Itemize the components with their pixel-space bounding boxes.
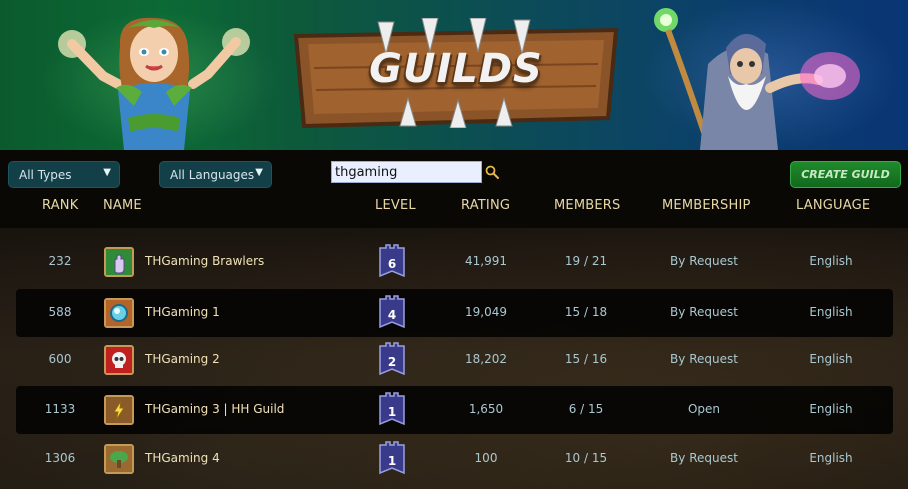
- guild-members: 6 / 15: [568, 402, 604, 416]
- column-header-level[interactable]: LEVEL: [375, 198, 416, 213]
- guild-rank: 588: [48, 305, 72, 319]
- column-header-members[interactable]: MEMBERS: [554, 198, 620, 213]
- guild-members: 15 / 16: [564, 352, 608, 366]
- guild-emblem: [104, 395, 134, 425]
- hand-icon: [106, 249, 132, 275]
- guild-members: 15 / 18: [564, 305, 608, 319]
- column-header-language[interactable]: LANGUAGE: [796, 198, 870, 213]
- orb-icon: [106, 300, 132, 326]
- guild-level: 1: [387, 405, 397, 419]
- guild-language: English: [809, 305, 853, 319]
- lightning-icon: [106, 397, 132, 423]
- guild-emblem: [104, 444, 134, 474]
- column-header-name[interactable]: NAME: [103, 198, 142, 213]
- guild-membership: By Request: [670, 305, 738, 319]
- guild-membership: By Request: [670, 352, 738, 366]
- types-filter-select[interactable]: All Types ▼: [8, 161, 120, 188]
- guild-level: 6: [387, 257, 397, 271]
- guild-row[interactable]: 1306 THGaming 4 1 100 10 / 15 By Request…: [16, 435, 893, 483]
- guild-name[interactable]: THGaming 2: [145, 352, 220, 366]
- guild-name[interactable]: THGaming 1: [145, 305, 220, 319]
- guild-rating: 41,991: [465, 254, 507, 268]
- guild-row[interactable]: 1133 THGaming 3 | HH Guild 1 1,650 6 / 1…: [16, 386, 893, 434]
- search-icon[interactable]: [485, 165, 499, 179]
- guild-row[interactable]: 588 THGaming 1 4 19,049 15 / 18 By Reque…: [16, 289, 893, 337]
- guild-language: English: [809, 451, 853, 465]
- guild-emblem: [104, 298, 134, 328]
- types-filter-value: All Types: [19, 168, 72, 182]
- guild-level: 2: [387, 355, 397, 369]
- guild-membership: By Request: [670, 451, 738, 465]
- guild-list-area: All Types ▼ All Languages ▼ CREATE GUILD…: [0, 150, 908, 489]
- guild-membership: By Request: [670, 254, 738, 268]
- guild-name[interactable]: THGaming 4: [145, 451, 220, 465]
- guild-rank: 1133: [44, 402, 76, 416]
- wizard-illustration: [654, 8, 860, 150]
- druid-heroine-illustration: [58, 17, 250, 150]
- guild-rating: 19,049: [465, 305, 507, 319]
- guild-language: English: [809, 254, 853, 268]
- guild-row[interactable]: 600 THGaming 2 2 18,202 15 / 16 By Reque…: [16, 336, 893, 384]
- guild-name[interactable]: THGaming Brawlers: [145, 254, 264, 268]
- column-header-rating[interactable]: RATING: [461, 198, 510, 213]
- guild-rating: 18,202: [465, 352, 507, 366]
- guild-row[interactable]: 232 THGaming Brawlers 6 41,991 19 / 21 B…: [16, 238, 893, 286]
- banner-title: GUILDS: [369, 46, 543, 92]
- guild-rank: 232: [48, 254, 72, 268]
- column-header-membership[interactable]: MEMBERSHIP: [662, 198, 751, 213]
- guild-members: 10 / 15: [564, 451, 608, 465]
- guild-rating: 100: [474, 451, 498, 465]
- chevron-down-icon: ▼: [255, 167, 263, 178]
- tree-icon: [106, 446, 132, 472]
- skull-icon: [106, 347, 132, 373]
- guild-level: 4: [387, 308, 397, 322]
- guild-search-input[interactable]: [331, 161, 482, 183]
- guild-language: English: [809, 352, 853, 366]
- guilds-banner: GUILDS: [0, 0, 908, 150]
- languages-filter-value: All Languages: [170, 168, 255, 182]
- guild-language: English: [809, 402, 853, 416]
- guild-rank: 1306: [44, 451, 76, 465]
- guild-level: 1: [387, 454, 397, 468]
- guild-membership: Open: [687, 402, 721, 416]
- guild-emblem: [104, 247, 134, 277]
- guild-name[interactable]: THGaming 3 | HH Guild: [145, 402, 284, 416]
- chevron-down-icon: ▼: [103, 167, 111, 178]
- guild-rating: 1,650: [468, 402, 504, 416]
- guild-emblem: [104, 345, 134, 375]
- create-guild-button[interactable]: CREATE GUILD: [790, 161, 901, 188]
- languages-filter-select[interactable]: All Languages ▼: [159, 161, 272, 188]
- guild-members: 19 / 21: [564, 254, 608, 268]
- column-header-rank[interactable]: RANK: [42, 198, 78, 213]
- guild-rank: 600: [48, 352, 72, 366]
